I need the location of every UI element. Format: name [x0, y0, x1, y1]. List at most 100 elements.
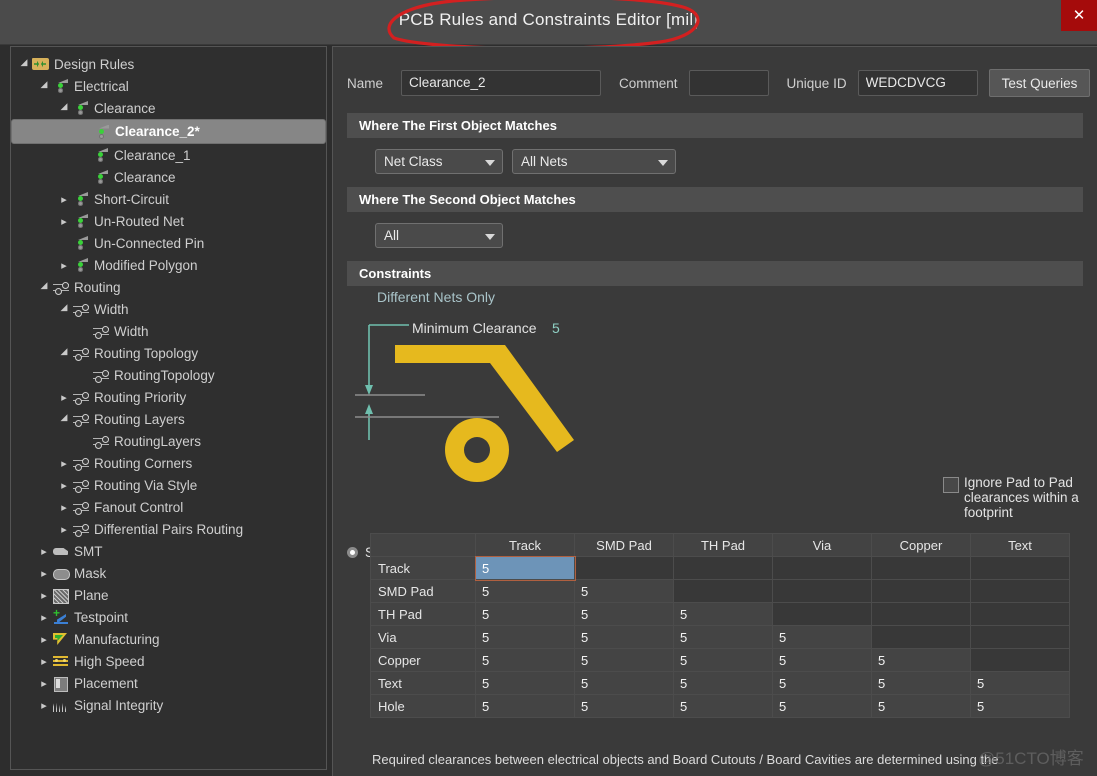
tree-item-routingtopology[interactable]: RoutingTopology [11, 364, 326, 386]
tree-twisty-closed-icon[interactable] [37, 589, 51, 602]
tree-twisty-closed-icon[interactable] [57, 193, 71, 206]
matrix-cell[interactable]: 5 [673, 694, 773, 718]
tree-item-smt[interactable]: SMT [11, 540, 326, 562]
matrix-cell[interactable]: 5 [871, 694, 971, 718]
matrix-cell[interactable]: 5 [970, 694, 1070, 718]
tree-twisty-closed-icon[interactable] [57, 215, 71, 228]
design-rules-tree-panel[interactable]: Design Rules Electrical Clearance Clearance… [10, 46, 327, 770]
matrix-cell[interactable]: 5 [474, 555, 576, 581]
tree-item-routinglayers[interactable]: RoutingLayers [11, 430, 326, 452]
comment-input[interactable] [688, 70, 769, 96]
table-row[interactable]: Text 5 5 5 5 5 5 [370, 671, 1070, 695]
tree-twisty-closed-icon[interactable] [37, 611, 51, 624]
tree-item-testpoint[interactable]: Testpoint [11, 606, 326, 628]
tree-item-width[interactable]: Width [11, 298, 326, 320]
tree-twisty-open-icon[interactable] [57, 304, 71, 315]
tree-item-un-routed-net[interactable]: Un-Routed Net [11, 210, 326, 232]
matrix-cell[interactable]: 5 [673, 602, 773, 626]
matrix-cell[interactable]: 5 [970, 671, 1070, 695]
tree-twisty-open-icon[interactable] [17, 59, 31, 70]
tree-twisty-closed-icon[interactable] [37, 699, 51, 712]
tree-item-fanout-control[interactable]: Fanout Control [11, 496, 326, 518]
close-icon[interactable]: ✕ [1061, 0, 1097, 31]
tree-twisty-closed-icon[interactable] [57, 457, 71, 470]
matrix-row-header[interactable]: Copper [370, 648, 476, 672]
tree-twisty-open-icon[interactable] [57, 103, 71, 114]
matrix-cell[interactable]: 5 [574, 648, 674, 672]
matrix-column-header[interactable]: Text [970, 533, 1070, 557]
second-object-scope-select[interactable]: All [375, 223, 503, 248]
matrix-cell[interactable]: 5 [871, 648, 971, 672]
matrix-cell[interactable]: 5 [673, 648, 773, 672]
tree-twisty-closed-icon[interactable] [57, 501, 71, 514]
tree-twisty-closed-icon[interactable] [37, 567, 51, 580]
tree-twisty-open-icon[interactable] [37, 81, 51, 92]
matrix-cell[interactable]: 5 [772, 671, 872, 695]
matrix-cell[interactable]: 5 [574, 602, 674, 626]
tree-twisty-closed-icon[interactable] [57, 479, 71, 492]
matrix-row-header[interactable]: Track [370, 556, 476, 580]
matrix-cell[interactable]: 5 [475, 625, 575, 649]
matrix-row-header[interactable]: Hole [370, 694, 476, 718]
tree-twisty-open-icon[interactable] [57, 348, 71, 359]
matrix-body[interactable]: Track 5 SMD Pad 5 5 TH Pad 5 5 5 Via 5 5 5 5 Copper 5 5 5… [370, 555, 1070, 718]
first-object-scope-select[interactable]: Net Class [375, 149, 503, 174]
matrix-row-header[interactable]: TH Pad [370, 602, 476, 626]
unique-id-input[interactable] [857, 70, 978, 96]
design-rules-tree[interactable]: Design Rules Electrical Clearance Clearance… [11, 47, 326, 716]
first-object-net-select[interactable]: All Nets [512, 149, 676, 174]
matrix-cell[interactable]: 5 [574, 625, 674, 649]
matrix-cell[interactable]: 5 [475, 694, 575, 718]
matrix-row-header[interactable]: Text [370, 671, 476, 695]
matrix-column-header[interactable]: Copper [871, 533, 971, 557]
ignore-pad-to-pad-checkbox[interactable] [943, 477, 959, 493]
matrix-cell[interactable]: 5 [574, 671, 674, 695]
tree-item-placement[interactable]: Placement [11, 672, 326, 694]
tree-twisty-closed-icon[interactable] [57, 259, 71, 272]
tree-item-plane[interactable]: Plane [11, 584, 326, 606]
matrix-row-header[interactable]: SMD Pad [370, 579, 476, 603]
table-row[interactable]: SMD Pad 5 5 [370, 579, 1070, 603]
tree-item-manufacturing[interactable]: Manufacturing [11, 628, 326, 650]
tree-twisty-closed-icon[interactable] [57, 523, 71, 536]
name-input[interactable] [401, 70, 602, 96]
tree-item-mask[interactable]: Mask [11, 562, 326, 584]
table-row[interactable]: Copper 5 5 5 5 5 [370, 648, 1070, 672]
matrix-cell[interactable]: 5 [772, 625, 872, 649]
tree-item-routing-topology[interactable]: Routing Topology [11, 342, 326, 364]
matrix-column-header[interactable]: TH Pad [673, 533, 773, 557]
tree-twisty-open-icon[interactable] [37, 282, 51, 293]
table-row[interactable]: Hole 5 5 5 5 5 5 [370, 694, 1070, 718]
matrix-cell[interactable]: 5 [475, 671, 575, 695]
tree-twisty-closed-icon[interactable] [37, 545, 51, 558]
tree-item-routing-via-style[interactable]: Routing Via Style [11, 474, 326, 496]
tree-twisty-closed-icon[interactable] [37, 655, 51, 668]
tree-item-un-connected-pin[interactable]: Un-Connected Pin [11, 232, 326, 254]
test-queries-button[interactable]: Test Queries [988, 69, 1091, 97]
tree-twisty-closed-icon[interactable] [37, 677, 51, 690]
tree-item-high-speed[interactable]: High Speed [11, 650, 326, 672]
matrix-cell[interactable]: 5 [772, 648, 872, 672]
clearance-matrix-table[interactable]: Track SMD Pad TH Pad Via Copper Text Track 5 SM… [370, 533, 1070, 718]
tree-item-clearance-2[interactable]: Clearance_2* [11, 119, 326, 144]
matrix-cell[interactable]: 5 [475, 648, 575, 672]
matrix-cell[interactable]: 5 [673, 671, 773, 695]
table-row[interactable]: Via 5 5 5 5 [370, 625, 1070, 649]
matrix-cell[interactable]: 5 [574, 694, 674, 718]
tree-item-clearance[interactable]: Clearance [11, 166, 326, 188]
tree-item-differential-pairs-routing[interactable]: Differential Pairs Routing [11, 518, 326, 540]
matrix-column-header[interactable]: Track [475, 533, 575, 557]
matrix-cell[interactable]: 5 [871, 671, 971, 695]
matrix-cell[interactable]: 5 [475, 579, 575, 603]
tree-twisty-closed-icon[interactable] [37, 633, 51, 646]
table-row[interactable]: TH Pad 5 5 5 [370, 602, 1070, 626]
tree-item-clearance-1[interactable]: Clearance_1 [11, 144, 326, 166]
table-row[interactable]: Track 5 [370, 555, 1070, 581]
tree-item-modified-polygon[interactable]: Modified Polygon [11, 254, 326, 276]
tree-twisty-closed-icon[interactable] [57, 391, 71, 404]
tree-item-routing-layers[interactable]: Routing Layers [11, 408, 326, 430]
matrix-column-header[interactable]: SMD Pad [574, 533, 674, 557]
tree-twisty-open-icon[interactable] [57, 414, 71, 425]
tree-item-electrical[interactable]: Electrical [11, 75, 326, 97]
matrix-row-header[interactable]: Via [370, 625, 476, 649]
